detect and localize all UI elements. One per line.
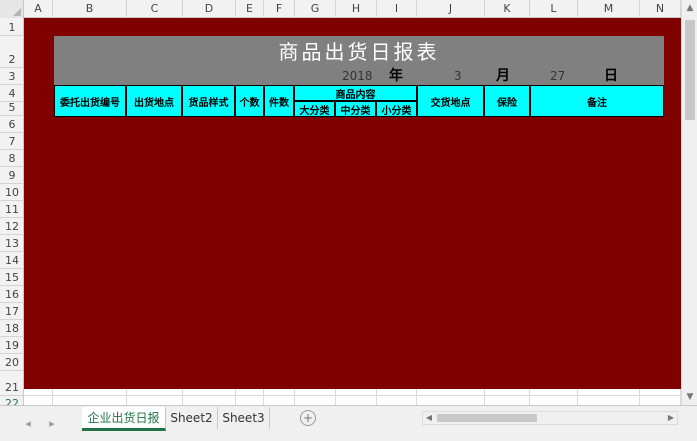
vertical-scroll-thumb[interactable] (685, 20, 695, 120)
row-header-15[interactable]: 15 (0, 269, 24, 286)
report-date-row: 2018 年 3 月 27 日 (54, 68, 664, 85)
column-header-L[interactable]: L (530, 0, 578, 18)
row-header-11[interactable]: 11 (0, 201, 24, 218)
row-header-20[interactable]: 20 (0, 354, 24, 371)
header-medium-category: 中分类 (335, 101, 376, 117)
date-month-unit: 月 (496, 68, 510, 84)
column-header-H[interactable]: H (336, 0, 377, 18)
column-header-A[interactable]: A (24, 0, 53, 18)
column-header-C[interactable]: C (127, 0, 183, 18)
scroll-up-icon[interactable]: ▲ (682, 0, 697, 16)
row-header-14[interactable]: 14 (0, 252, 24, 269)
row-header-12[interactable]: 12 (0, 218, 24, 235)
report-title: 商品出货日报表 (54, 36, 664, 68)
gridline (24, 395, 681, 396)
row-header-16[interactable]: 16 (0, 286, 24, 303)
scroll-left-icon[interactable]: ◀ (423, 412, 435, 424)
column-header-K[interactable]: K (485, 0, 530, 18)
row-header-8[interactable]: 8 (0, 150, 24, 167)
header-small-category: 小分类 (376, 101, 417, 117)
header-count: 个数 (235, 85, 264, 117)
add-sheet-icon[interactable]: + (300, 410, 316, 426)
date-month: 3 (454, 69, 462, 83)
row-header-4[interactable]: 4 (0, 85, 24, 102)
column-header-I[interactable]: I (377, 0, 417, 18)
horizontal-scrollbar[interactable]: ◀ ▶ (422, 411, 678, 425)
scroll-right-icon[interactable]: ▶ (665, 412, 677, 424)
row-header-2[interactable]: 2 (0, 36, 24, 68)
column-header-G[interactable]: G (295, 0, 336, 18)
column-header-F[interactable]: F (264, 0, 295, 18)
header-pieces: 件数 (264, 85, 294, 117)
header-order-no: 委托出货编号 (54, 85, 126, 117)
horizontal-scroll-thumb[interactable] (437, 414, 537, 422)
column-header-B[interactable]: B (53, 0, 127, 18)
row-header-10[interactable]: 10 (0, 184, 24, 201)
header-delivery: 交货地点 (417, 85, 484, 117)
row-header-18[interactable]: 18 (0, 320, 24, 337)
prev-sheet-icon[interactable]: ◂ (20, 416, 36, 432)
spreadsheet-window: ABCDEFGHIJKLMN 1 2 3 4 5 6 7 8 9 10 11 12 13 14 15 16 17… (0, 0, 697, 441)
column-header-D[interactable]: D (183, 0, 236, 18)
scroll-down-icon[interactable]: ▼ (682, 389, 697, 405)
next-sheet-icon[interactable]: ▸ (44, 416, 60, 432)
column-header-E[interactable]: E (236, 0, 264, 18)
header-style: 货品样式 (182, 85, 235, 117)
cell-grid[interactable]: 商品出货日报表 2018 年 3 月 27 日 委托出货编号 出货地点 货品样式… (24, 18, 681, 405)
row-header-1[interactable]: 1 (0, 18, 24, 36)
row-header-bar: 1 2 3 4 5 6 7 8 9 10 11 12 13 14 15 16 17 18 19 20 21 22 (0, 18, 24, 423)
row-header-5[interactable]: 5 (0, 101, 24, 116)
row-header-9[interactable]: 9 (0, 167, 24, 184)
row-header-17[interactable]: 17 (0, 303, 24, 320)
select-all-corner[interactable] (0, 0, 24, 18)
sheet-tab-3[interactable]: Sheet3 (218, 407, 270, 429)
header-insurance: 保险 (484, 85, 530, 117)
date-day-unit: 日 (604, 68, 618, 84)
row-header-7[interactable]: 7 (0, 133, 24, 150)
sheet-tab-2[interactable]: Sheet2 (166, 407, 218, 429)
sheet-tab-bar: ◂ ▸ 企业出货日报 Sheet2 Sheet3 + ◀ ▶ (0, 405, 697, 441)
date-year-unit: 年 (389, 68, 403, 84)
date-day: 27 (550, 69, 566, 83)
row-header-13[interactable]: 13 (0, 235, 24, 252)
row-header-3[interactable]: 3 (0, 68, 24, 85)
row-header-6[interactable]: 6 (0, 116, 24, 133)
vertical-scrollbar[interactable]: ▲ ▼ (681, 0, 697, 405)
row-header-21[interactable]: 21 (0, 371, 24, 396)
sheet-tab-1[interactable]: 企业出货日报 (82, 407, 166, 431)
date-year: 2018 (342, 69, 373, 83)
column-header-M[interactable]: M (578, 0, 640, 18)
header-location: 出货地点 (126, 85, 182, 117)
header-content: 商品内容 (294, 85, 417, 101)
header-note: 备注 (530, 85, 664, 117)
header-large-category: 大分类 (294, 101, 335, 117)
row-header-19[interactable]: 19 (0, 337, 24, 354)
column-header-N[interactable]: N (640, 0, 681, 18)
column-header-J[interactable]: J (417, 0, 485, 18)
column-header-bar: ABCDEFGHIJKLMN (0, 0, 697, 18)
